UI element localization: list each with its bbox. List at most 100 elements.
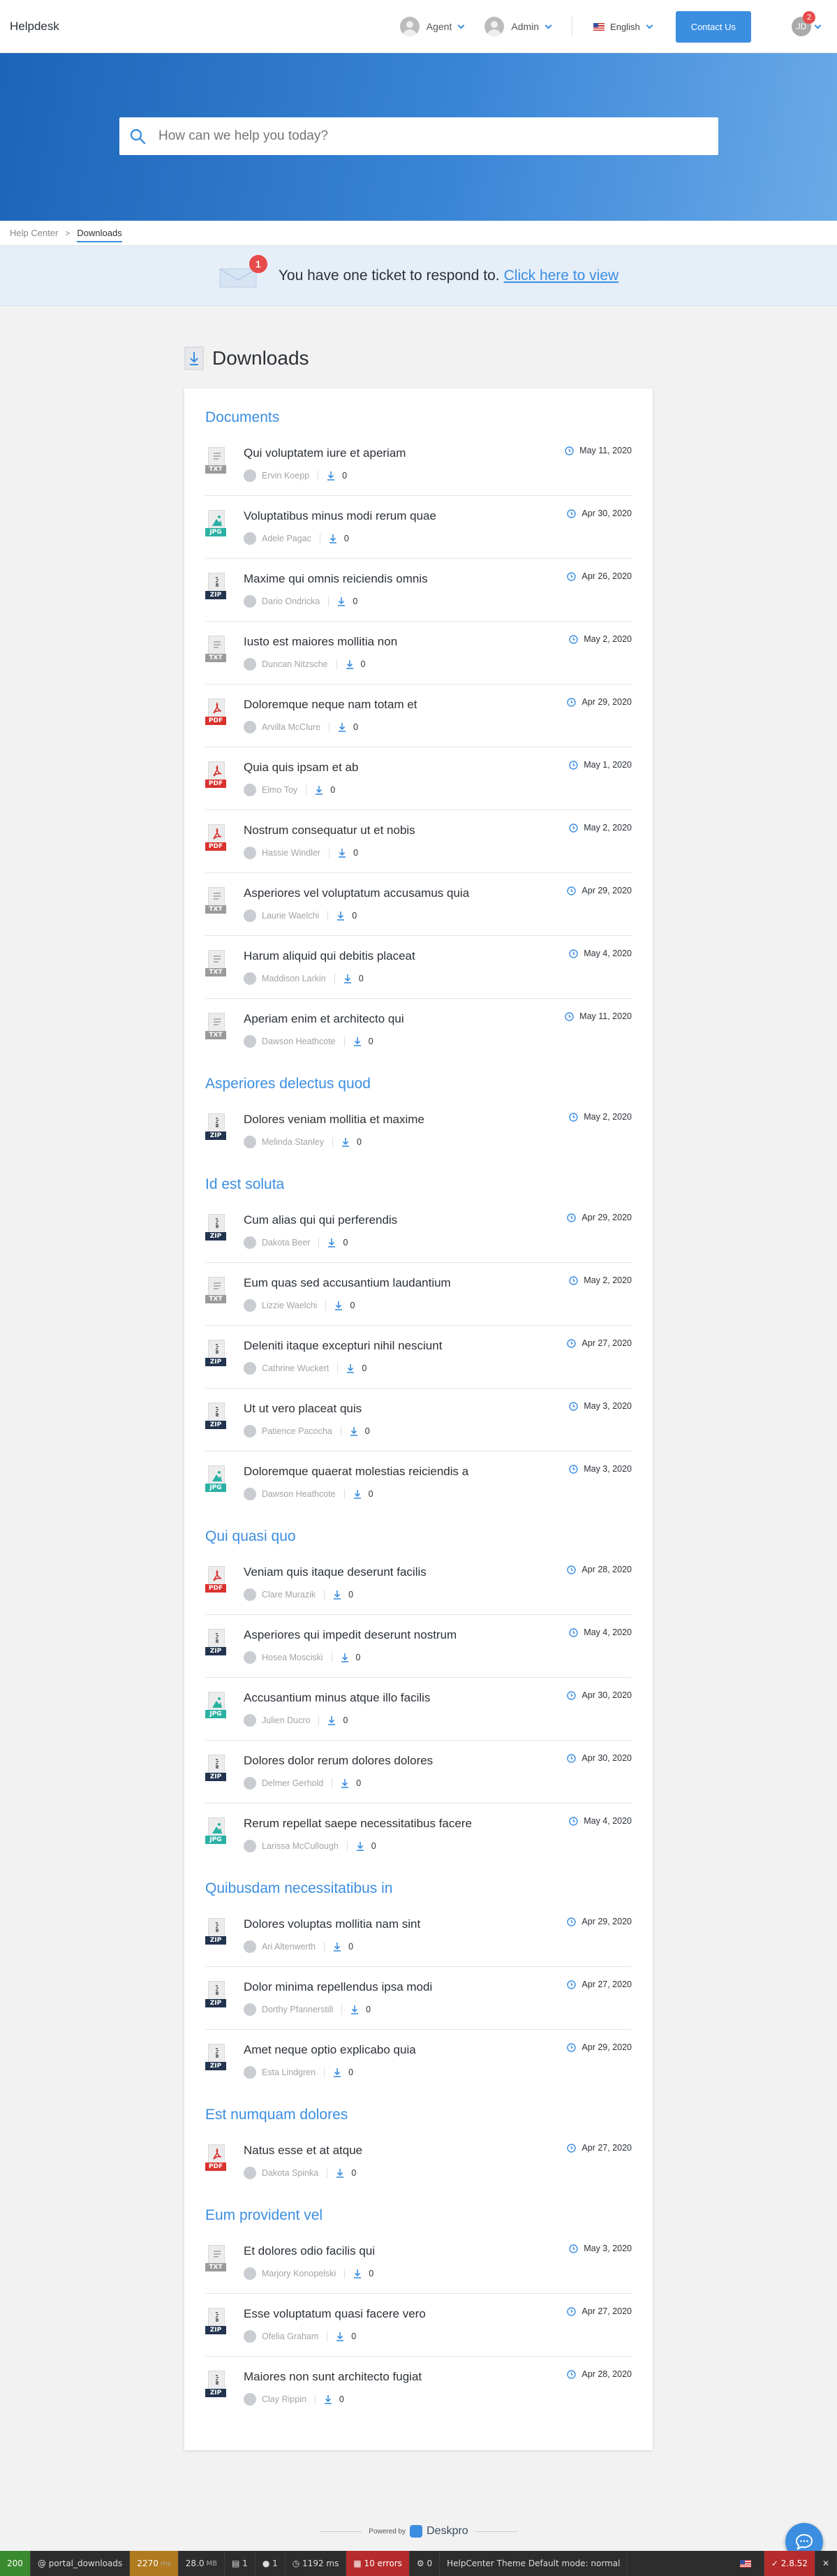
language-selector[interactable]: English bbox=[593, 22, 653, 32]
agent-menu[interactable]: Agent bbox=[399, 17, 465, 36]
download-title[interactable]: Veniam quis itaque deserunt facilis bbox=[244, 1565, 427, 1579]
download-item[interactable]: ZIP Amet neque optio explicabo quia Esta L… bbox=[205, 2030, 632, 2093]
debug-errors[interactable]: ▦ 10 errors bbox=[346, 2551, 410, 2576]
contact-us-button[interactable]: Contact Us bbox=[675, 10, 751, 43]
download-item[interactable]: PDF Quia quis ipsam et ab Elmo Toy 0 May 1, … bbox=[205, 747, 632, 810]
download-title[interactable]: Asperiores qui impedit deserunt nostrum bbox=[244, 1628, 457, 1642]
download-count-icon bbox=[333, 1590, 341, 1600]
download-item[interactable]: JPG Rerum repellat saepe necessitatibus f… bbox=[205, 1803, 632, 1866]
download-item[interactable]: TXT Aperiam enim et architecto qui Dawson … bbox=[205, 999, 632, 1062]
download-title[interactable]: Asperiores vel voluptatum accusamus quia bbox=[244, 886, 469, 900]
notice-link[interactable]: Click here to view bbox=[504, 268, 619, 284]
download-item[interactable]: TXT Asperiores vel voluptatum accusamus q… bbox=[205, 873, 632, 936]
download-title[interactable]: Qui voluptatem iure et aperiam bbox=[244, 446, 406, 460]
search-input[interactable] bbox=[158, 129, 689, 144]
download-item[interactable]: TXT Et dolores odio facilis qui Marjory Ko… bbox=[205, 2231, 632, 2294]
debug-time[interactable]: 2270 ms bbox=[130, 2551, 179, 2576]
download-title[interactable]: Harum aliquid qui debitis placeat bbox=[244, 949, 415, 963]
debug-render-time[interactable]: ◷ 1192 ms bbox=[286, 2551, 347, 2576]
download-item[interactable]: ZIP Esse voluptatum quasi facere vero Ofel… bbox=[205, 2294, 632, 2357]
debug-status[interactable]: 200 bbox=[0, 2551, 31, 2576]
download-item[interactable]: ZIP Maiores non sunt architecto fugiat Cla… bbox=[205, 2357, 632, 2420]
download-item[interactable]: TXT Iusto est maiores mollitia non Duncan … bbox=[205, 622, 632, 685]
download-item[interactable]: ZIP Dolores voluptas mollitia nam sint Ari… bbox=[205, 1904, 632, 1967]
download-title[interactable]: Quia quis ipsam et ab bbox=[244, 761, 358, 775]
author-avatar bbox=[244, 2393, 256, 2406]
author-avatar bbox=[244, 784, 256, 796]
zip-file-icon: ZIP bbox=[205, 2371, 226, 2399]
debug-forms-count: 1 bbox=[242, 2559, 248, 2568]
brand-title[interactable]: Helpdesk bbox=[10, 20, 59, 34]
download-item[interactable]: ZIP Ut ut vero placeat quis Patience Pacoc… bbox=[205, 1389, 632, 1451]
download-item[interactable]: PDF Natus esse et at atque Dakota Spinka 0 A… bbox=[205, 2130, 632, 2193]
download-title[interactable]: Amet neque optio explicabo quia bbox=[244, 2043, 416, 2057]
download-title[interactable]: Deleniti itaque excepturi nihil nesciunt bbox=[244, 1339, 442, 1353]
category-title[interactable]: Qui quasi quo bbox=[205, 1528, 632, 1545]
download-title[interactable]: Iusto est maiores mollitia non bbox=[244, 635, 397, 649]
breadcrumb-home-link[interactable]: Help Center bbox=[10, 228, 58, 238]
download-item[interactable]: TXT Eum quas sed accusantium laudantium Li… bbox=[205, 1263, 632, 1326]
category-title[interactable]: Id est soluta bbox=[205, 1176, 632, 1193]
download-item[interactable]: PDF Nostrum consequatur ut et nobis Hassie… bbox=[205, 810, 632, 873]
zip-file-icon: ZIP bbox=[205, 1403, 226, 1430]
search-box[interactable] bbox=[119, 117, 718, 155]
debug-theme[interactable]: HelpCenter Theme Default mode: normal bbox=[440, 2551, 628, 2576]
download-item[interactable]: ZIP Dolores veniam mollitia et maxime Meli… bbox=[205, 1099, 632, 1162]
download-title[interactable]: Doloremque neque nam totam et bbox=[244, 698, 417, 712]
download-title[interactable]: Accusantium minus atque illo facilis bbox=[244, 1691, 430, 1705]
download-title[interactable]: Ut ut vero placeat quis bbox=[244, 1402, 362, 1416]
download-title[interactable]: Cum alias qui qui perferendis bbox=[244, 1213, 397, 1227]
download-title[interactable]: Doloremque quaerat molestias reiciendis … bbox=[244, 1465, 468, 1479]
user-menu[interactable]: JD 2 bbox=[792, 11, 822, 36]
download-meta: Larissa McCullough 0 bbox=[244, 1840, 376, 1852]
download-item[interactable]: JPG Doloremque quaerat molestias reiciend… bbox=[205, 1451, 632, 1514]
download-item[interactable]: ZIP Dolores dolor rerum dolores dolores De… bbox=[205, 1741, 632, 1803]
category-title[interactable]: Asperiores delectus quod bbox=[205, 1076, 632, 1092]
download-item[interactable]: JPG Accusantium minus atque illo facilis J… bbox=[205, 1678, 632, 1741]
debug-route[interactable]: @ portal_downloads bbox=[31, 2551, 131, 2576]
download-title[interactable]: Dolores veniam mollitia et maxime bbox=[244, 1113, 424, 1127]
download-title[interactable]: Dolores dolor rerum dolores dolores bbox=[244, 1754, 433, 1768]
download-item[interactable]: PDF Doloremque neque nam totam et Arvilla … bbox=[205, 685, 632, 747]
download-title[interactable]: Maxime qui omnis reiciendis omnis bbox=[244, 572, 428, 586]
download-count-icon bbox=[338, 722, 346, 732]
debug-cache[interactable]: ⚙ 0 bbox=[410, 2551, 440, 2576]
category-title[interactable]: Eum provident vel bbox=[205, 2207, 632, 2224]
download-item[interactable]: ZIP Deleniti itaque excepturi nihil nesci… bbox=[205, 1326, 632, 1389]
category-title[interactable]: Est numquam dolores bbox=[205, 2107, 632, 2123]
download-title[interactable]: Aperiam enim et architecto qui bbox=[244, 1012, 404, 1026]
download-item[interactable]: ZIP Asperiores qui impedit deserunt nostr… bbox=[205, 1615, 632, 1678]
debug-close-button[interactable]: ✕ bbox=[815, 2551, 837, 2576]
download-item[interactable]: JPG Voluptatibus minus modi rerum quae Ade… bbox=[205, 496, 632, 559]
download-title[interactable]: Esse voluptatum quasi facere vero bbox=[244, 2307, 426, 2321]
clock-icon bbox=[569, 1627, 578, 1637]
author-name: Elmo Toy bbox=[262, 785, 298, 795]
download-title[interactable]: Natus esse et at atque bbox=[244, 2144, 362, 2158]
download-title[interactable]: Voluptatibus minus modi rerum quae bbox=[244, 509, 436, 523]
download-item[interactable]: ZIP Cum alias qui qui perferendis Dakota B… bbox=[205, 1200, 632, 1263]
download-title[interactable]: Maiores non sunt architecto fugiat bbox=[244, 2370, 422, 2384]
download-title[interactable]: Eum quas sed accusantium laudantium bbox=[244, 1276, 451, 1290]
download-date: Apr 29, 2020 bbox=[567, 697, 632, 707]
download-title[interactable]: Nostrum consequatur ut et nobis bbox=[244, 824, 415, 837]
pdf-file-icon: PDF bbox=[205, 824, 226, 852]
deskpro-logo[interactable]: Deskpro bbox=[410, 2525, 468, 2538]
pdf-file-icon: PDF bbox=[205, 2144, 226, 2172]
download-item[interactable]: ZIP Dolor minima repellendus ipsa modi Dor… bbox=[205, 1967, 632, 2030]
category-title[interactable]: Quibusdam necessitatibus in bbox=[205, 1880, 632, 1897]
download-title[interactable]: Et dolores odio facilis qui bbox=[244, 2244, 375, 2258]
download-item[interactable]: ZIP Maxime qui omnis reiciendis omnis Dari… bbox=[205, 559, 632, 622]
debug-forms[interactable]: ▤ 1 bbox=[225, 2551, 255, 2576]
download-item[interactable]: TXT Qui voluptatem iure et aperiam Ervin K… bbox=[205, 433, 632, 496]
meta-divider bbox=[324, 2068, 325, 2077]
download-item[interactable]: TXT Harum aliquid qui debitis placeat Madd… bbox=[205, 936, 632, 999]
category-title[interactable]: Documents bbox=[205, 409, 632, 426]
debug-memory[interactable]: 28.0 MB bbox=[179, 2551, 225, 2576]
download-title[interactable]: Dolor minima repellendus ipsa modi bbox=[244, 1980, 432, 1994]
debug-version[interactable]: ✓ 2.8.52 bbox=[764, 2551, 815, 2576]
download-title[interactable]: Rerum repellat saepe necessitatibus face… bbox=[244, 1817, 472, 1831]
download-item[interactable]: PDF Veniam quis itaque deserunt facilis Cl… bbox=[205, 1552, 632, 1615]
download-title[interactable]: Dolores voluptas mollitia nam sint bbox=[244, 1917, 420, 1931]
admin-menu[interactable]: Admin bbox=[484, 17, 552, 36]
debug-user[interactable]: ● 1 bbox=[255, 2551, 286, 2576]
